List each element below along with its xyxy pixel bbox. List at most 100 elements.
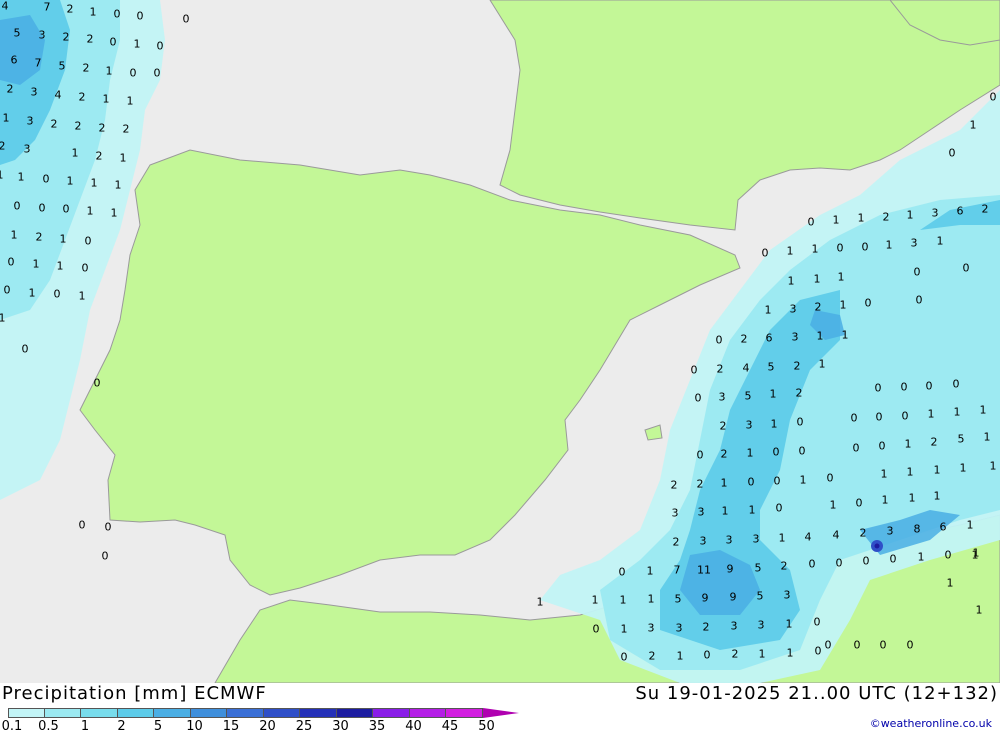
precip-value-label: 0 [38, 201, 46, 215]
precip-value-label: 0 [862, 554, 870, 568]
legend-swatch [8, 708, 45, 718]
precip-value-label: 0 [694, 391, 702, 405]
precip-value-label: 1 [28, 286, 36, 300]
precip-value-label: 1 [647, 592, 655, 606]
precip-value-label: 1 [837, 270, 845, 284]
precip-value-label: 0 [814, 644, 822, 658]
precip-value-label: 0 [696, 448, 704, 462]
precip-value-label: 0 [807, 215, 815, 229]
precip-value-label: 1 [748, 503, 756, 517]
precip-value-label: 3 [23, 142, 31, 156]
precip-value-label: 0 [153, 66, 161, 80]
precip-value-label: 0 [78, 518, 86, 532]
precip-value-label: 2 [95, 149, 103, 163]
precip-value-label: 1 [0, 311, 6, 325]
precip-value-label: 0 [761, 246, 769, 260]
weather-map-screen: 4721000532201067521002342111322222312111… [0, 0, 1000, 734]
precip-value-label: 1 [126, 94, 134, 108]
precip-value-label: 0 [7, 255, 15, 269]
precip-value-label: 0 [84, 234, 92, 248]
precip-value-label: 2 [98, 121, 106, 135]
precip-value-label: 0 [952, 377, 960, 391]
precip-value-label: 0 [861, 240, 869, 254]
precip-value-label: 1 [936, 234, 944, 248]
precip-value-label: 0 [747, 475, 755, 489]
precip-value-label: 0 [875, 410, 883, 424]
precip-value-label: 2 [86, 32, 94, 46]
precip-value-label: 11 [697, 563, 711, 577]
precip-value-label: 0 [948, 146, 956, 160]
precip-value-label: 2 [66, 2, 74, 16]
precip-value-label: 1 [816, 329, 824, 343]
precip-value-label: 1 [979, 403, 987, 417]
precip-value-label: 4 [804, 530, 812, 544]
precip-value-label: 2 [859, 526, 867, 540]
legend-color-scale [8, 708, 483, 718]
legend-label: 2 [117, 719, 126, 734]
precip-value-label: 0 [889, 552, 897, 566]
precip-value-label: 1 [778, 531, 786, 545]
precip-value-label: 2 [0, 139, 6, 153]
precip-value-label: 1 [975, 603, 983, 617]
precip-value-label: 3 [752, 532, 760, 546]
precip-value-label: 1 [620, 622, 628, 636]
precip-value-label: 1 [90, 176, 98, 190]
precip-value-label: 0 [879, 638, 887, 652]
precip-value-label: 0 [113, 7, 121, 21]
legend-label: 0.1 [1, 719, 23, 734]
precip-value-label: 1 [946, 576, 954, 590]
precip-value-label: 4 [742, 361, 750, 375]
precip-value-label: 0 [21, 342, 29, 356]
precip-value-label: 0 [773, 474, 781, 488]
precip-value-label: 0 [864, 296, 872, 310]
precip-value-label: 2 [6, 82, 14, 96]
precip-value-label: 1 [721, 504, 729, 518]
precip-value-label: 1 [906, 465, 914, 479]
precip-value-label: 1 [591, 593, 599, 607]
precip-value-label: 0 [855, 496, 863, 510]
precip-value-label: 1 [56, 259, 64, 273]
precip-value-label: 3 [791, 330, 799, 344]
precip-value-label: 2 [720, 447, 728, 461]
precip-value-label: 0 [925, 379, 933, 393]
map-footer: Precipitation [mm] ECMWF Su 19-01-2025 2… [0, 683, 1000, 734]
precip-value-label: 0 [944, 548, 952, 562]
legend-swatch [154, 708, 191, 718]
precip-value-label: 9 [726, 562, 734, 576]
precip-value-label: 7 [34, 56, 42, 70]
precip-value-label: 0 [850, 411, 858, 425]
precipitation-map [0, 0, 1000, 683]
legend-label: 5 [153, 719, 163, 734]
precip-value-label: 9 [729, 590, 737, 604]
precip-value-label: 0 [42, 172, 50, 186]
precip-value-label: 0 [906, 638, 914, 652]
precip-value-label: 1 [880, 467, 888, 481]
precip-value-label: 1 [17, 170, 25, 184]
precip-value-label: 3 [789, 302, 797, 316]
precip-value-label: 1 [769, 387, 777, 401]
legend-swatch [81, 708, 118, 718]
precip-value-label: 1 [953, 405, 961, 419]
credit-link[interactable]: ©weatheronline.co.uk [870, 717, 992, 730]
precip-value-label: 1 [764, 303, 772, 317]
legend-label: 30 [332, 719, 349, 734]
precip-value-label: 1 [646, 564, 654, 578]
precip-value-label: 3 [745, 418, 753, 432]
precip-value-label: 2 [740, 332, 748, 346]
precip-value-label: 1 [829, 498, 837, 512]
precip-value-label: 1 [105, 64, 113, 78]
precip-value-label: 0 [109, 35, 117, 49]
precip-value-label: 1 [917, 550, 925, 564]
precip-value-label: 2 [35, 230, 43, 244]
precip-value-label: 0 [852, 441, 860, 455]
precip-value-label: 3 [730, 619, 738, 633]
precip-value-label: 1 [813, 272, 821, 286]
precip-value-label: 0 [853, 638, 861, 652]
legend-label: 20 [259, 719, 276, 734]
precip-value-label: 0 [136, 9, 144, 23]
precip-value-label: 1 [32, 257, 40, 271]
precip-value-label: 0 [874, 381, 882, 395]
legend-swatch [44, 708, 81, 718]
precip-value-label: 0 [53, 287, 61, 301]
precip-value-label: 0 [772, 445, 780, 459]
